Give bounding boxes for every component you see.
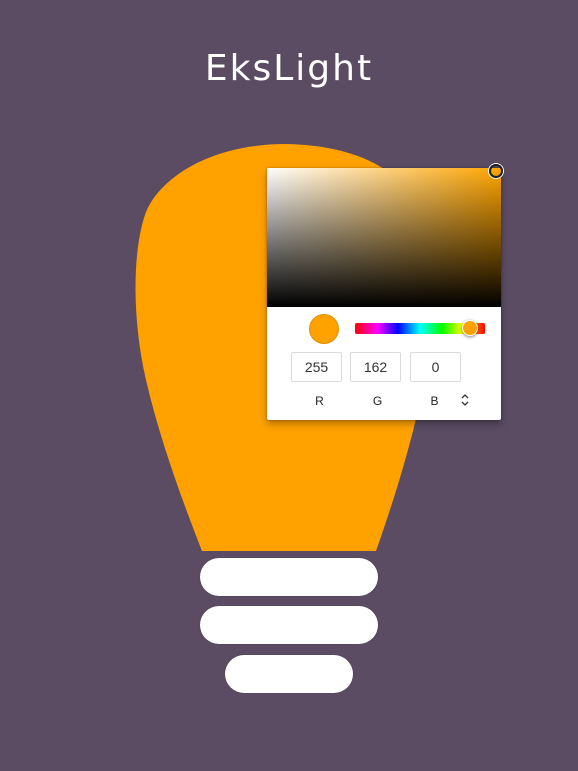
saturation-pointer[interactable] xyxy=(489,164,503,178)
b-input[interactable] xyxy=(410,352,461,382)
hue-slider[interactable] xyxy=(355,320,485,336)
g-input[interactable] xyxy=(350,352,401,382)
color-picker-popup: R G B xyxy=(267,164,503,420)
r-input[interactable] xyxy=(291,352,342,382)
up-down-chevron-icon[interactable] xyxy=(459,392,471,408)
bulb-base-bar-3[interactable] xyxy=(225,655,353,693)
current-color-swatch xyxy=(309,314,339,344)
saturation-area[interactable] xyxy=(267,164,503,307)
b-label: B xyxy=(430,394,439,408)
r-label: R xyxy=(315,394,324,408)
hue-slider-handle[interactable] xyxy=(462,320,478,336)
bulb-base-bar-1[interactable] xyxy=(200,558,378,596)
bulb-base-bar-2[interactable] xyxy=(200,606,378,644)
g-label: G xyxy=(372,394,383,408)
saturation-black-gradient xyxy=(267,168,501,307)
